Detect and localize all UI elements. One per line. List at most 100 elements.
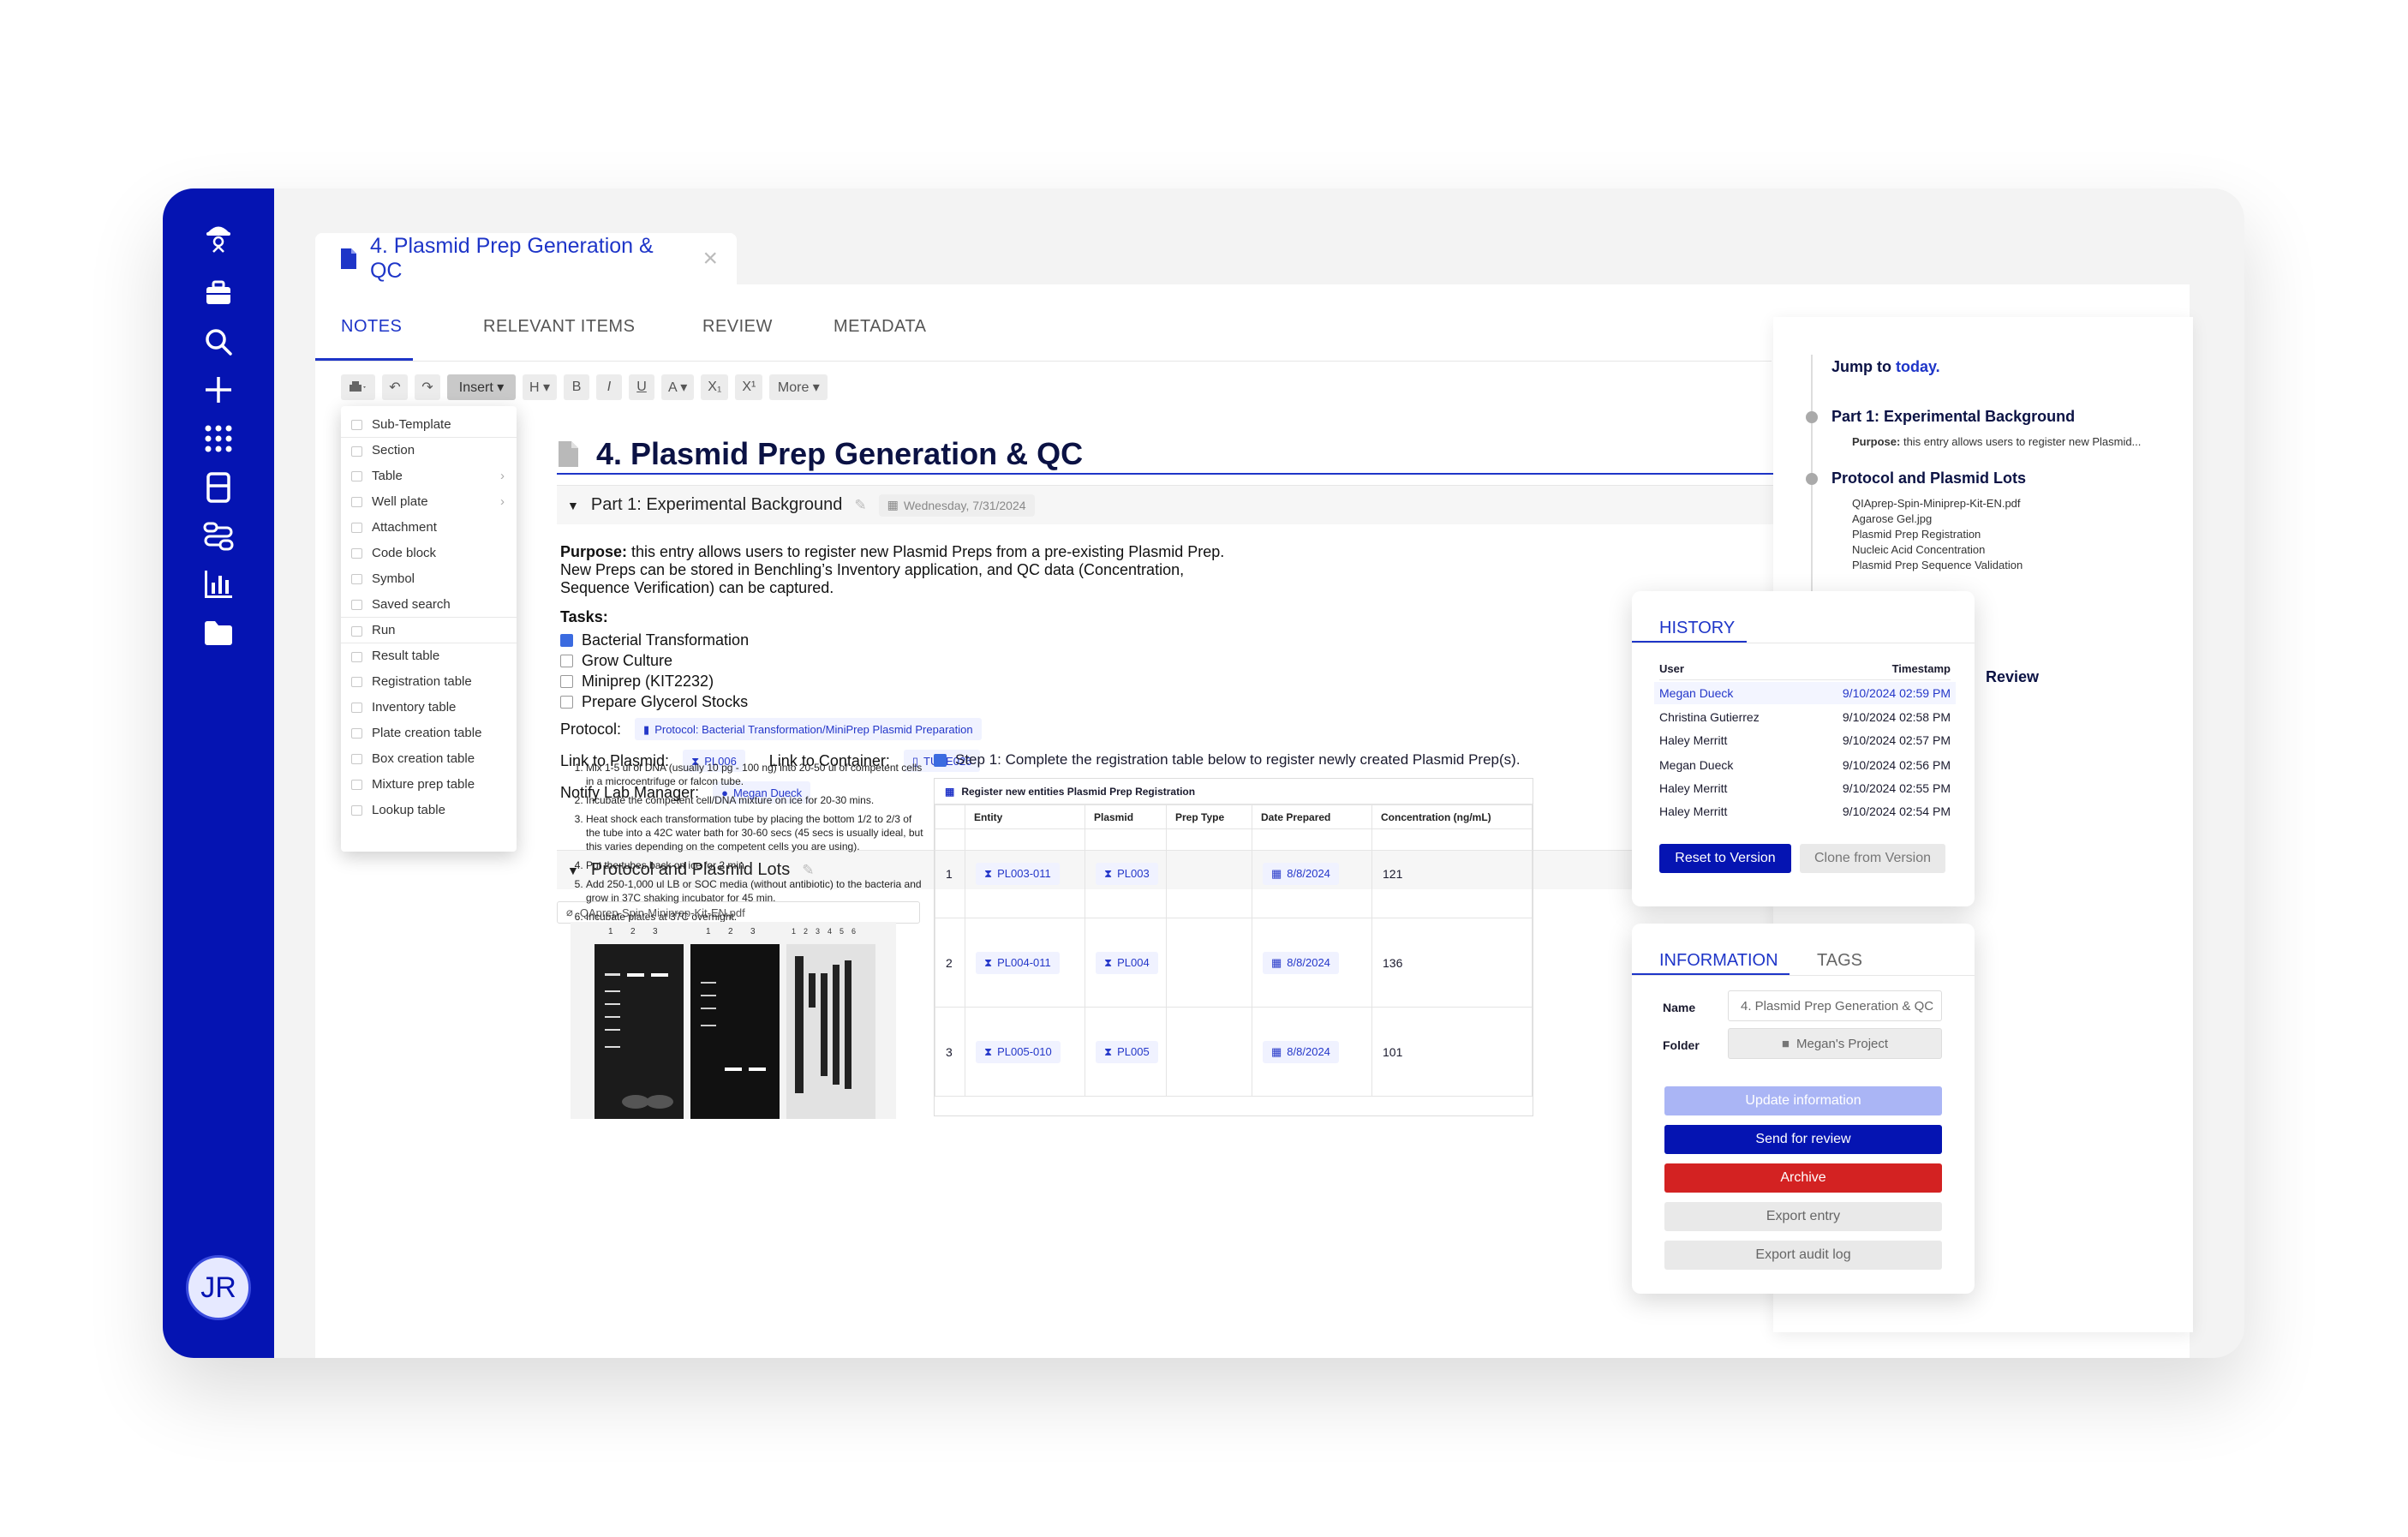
menu-item-result-table[interactable]: Result table xyxy=(341,643,517,668)
checkbox-icon[interactable] xyxy=(560,654,573,667)
history-row[interactable]: Haley Merritt 9/10/2024 02:55 PM xyxy=(1659,777,1951,799)
menu-item-symbol[interactable]: Symbol xyxy=(341,565,517,591)
inventory-icon[interactable] xyxy=(200,469,237,506)
reset-to-version-button[interactable]: Reset to Version xyxy=(1659,844,1791,873)
task-item[interactable]: Grow Culture xyxy=(560,650,749,671)
tab-notes[interactable]: NOTES xyxy=(341,317,402,337)
tab-tags[interactable]: TAGS xyxy=(1817,951,1862,971)
plasmid-cell[interactable]: ⧗ PL003 xyxy=(1084,828,1167,918)
entry-title[interactable]: 4. Plasmid Prep Generation & QC xyxy=(596,436,1083,472)
document-tab[interactable]: 4. Plasmid Prep Generation & QC × xyxy=(315,233,737,284)
prep-type-cell[interactable] xyxy=(1166,918,1252,1008)
date-cell[interactable]: ▦ 8/8/2024 xyxy=(1252,1007,1372,1097)
task-item[interactable]: Miniprep (KIT2232) xyxy=(560,671,749,691)
entity-cell[interactable]: ⧗ PL004-011 xyxy=(965,918,1085,1008)
subscript-button[interactable]: X₁ xyxy=(701,374,729,400)
history-row[interactable]: Megan Dueck 9/10/2024 02:56 PM xyxy=(1659,754,1951,776)
tab-relevant-items[interactable]: RELEVANT ITEMS xyxy=(483,317,635,337)
concentration-cell[interactable]: 136 xyxy=(1371,918,1533,1008)
date-cell[interactable]: ▦ 8/8/2024 xyxy=(1252,828,1372,918)
column-header[interactable]: Prep Type xyxy=(1166,804,1252,829)
underline-button[interactable]: U xyxy=(629,374,655,400)
table-row[interactable]: 2 ⧗ PL004-011 ⧗ PL004 ▦ 8/8/2024 136 xyxy=(935,918,1533,1008)
date-cell[interactable]: ▦ 8/8/2024 xyxy=(1252,918,1372,1008)
checkbox-checked-icon[interactable] xyxy=(560,633,573,647)
briefcase-icon[interactable] xyxy=(200,274,237,312)
menu-item-saved-search[interactable]: Saved search xyxy=(341,591,517,617)
heading-button[interactable]: H ▾ xyxy=(523,374,558,400)
close-icon[interactable]: × xyxy=(702,244,718,273)
menu-item-lookup-table[interactable]: Lookup table xyxy=(341,797,517,822)
menu-item-attachment[interactable]: Attachment xyxy=(341,514,517,540)
menu-item-run[interactable]: Run xyxy=(341,617,517,643)
entity-cell[interactable]: ⧗ PL003-011 xyxy=(965,828,1085,918)
send-for-review-button[interactable]: Send for review xyxy=(1664,1125,1942,1154)
text-color-button[interactable]: A ▾ xyxy=(661,374,695,400)
edit-icon[interactable]: ✎ xyxy=(854,497,866,514)
menu-item-section[interactable]: Section xyxy=(341,437,517,463)
update-information-button[interactable]: Update information xyxy=(1664,1086,1942,1115)
user-avatar[interactable]: JR xyxy=(186,1255,251,1320)
outline-subitem[interactable]: Plasmid Prep Sequence Validation xyxy=(1852,559,2023,571)
prep-type-cell[interactable] xyxy=(1166,1007,1252,1097)
plasmid-cell[interactable]: ⧗ PL004 xyxy=(1084,918,1167,1008)
checkbox-icon[interactable] xyxy=(560,674,573,688)
history-row[interactable]: Haley Merritt 9/10/2024 02:57 PM xyxy=(1659,729,1951,751)
agarose-gel-image[interactable]: 1 2 3 1 2 3 1 2 3 4 5 6 xyxy=(571,922,896,1119)
column-header[interactable]: Plasmid xyxy=(1084,804,1167,829)
clone-from-version-button[interactable]: Clone from Version xyxy=(1800,844,1945,873)
table-row[interactable]: 1 ⧗ PL003-011 ⧗ PL003 ▦ 8/8/2024 121 xyxy=(935,828,1533,918)
tab-history[interactable]: HISTORY xyxy=(1659,619,1735,638)
apps-grid-icon[interactable] xyxy=(200,420,237,458)
name-field[interactable]: 4. Plasmid Prep Generation & QC xyxy=(1728,990,1942,1021)
history-row[interactable]: Christina Gutierrez 9/10/2024 02:58 PM xyxy=(1659,706,1951,728)
folder-field[interactable]: ■ Megan's Project xyxy=(1728,1028,1942,1059)
plasmid-cell[interactable]: ⧗ PL005 xyxy=(1084,1007,1167,1097)
menu-item-well-plate[interactable]: Well plate › xyxy=(341,488,517,514)
bold-button[interactable]: B xyxy=(564,374,590,400)
menu-item-table[interactable]: Table › xyxy=(341,463,517,488)
undo-button[interactable]: ↶ xyxy=(382,374,408,400)
menu-item-code-block[interactable]: Code block xyxy=(341,540,517,565)
jump-today-link[interactable]: today. xyxy=(1896,358,1940,375)
caret-down-icon[interactable]: ▼ xyxy=(567,499,579,512)
prep-type-cell[interactable] xyxy=(1166,828,1252,918)
outline-subitem[interactable]: Agarose Gel.jpg xyxy=(1852,512,1932,525)
protocol-link[interactable]: ▮ Protocol: Bacterial Transformation/Mini… xyxy=(635,718,982,740)
redo-button[interactable]: ↷ xyxy=(415,374,440,400)
archive-button[interactable]: Archive xyxy=(1664,1163,1942,1193)
export-audit-log-button[interactable]: Export audit log xyxy=(1664,1241,1942,1270)
history-row[interactable]: Haley Merritt 9/10/2024 02:54 PM xyxy=(1659,800,1951,822)
tab-review[interactable]: REVIEW xyxy=(702,317,773,337)
export-entry-button[interactable]: Export entry xyxy=(1664,1202,1942,1231)
menu-item-mixture-prep-table[interactable]: Mixture prep table xyxy=(341,771,517,797)
column-header[interactable]: Entity xyxy=(965,804,1085,829)
checkbox-icon[interactable] xyxy=(560,695,573,709)
plus-icon[interactable] xyxy=(200,371,237,409)
outline-subitem[interactable]: Plasmid Prep Registration xyxy=(1852,528,1981,541)
outline-subitem[interactable]: QIAprep-Spin-Miniprep-Kit-EN.pdf xyxy=(1852,497,2021,510)
column-header[interactable]: Concentration (ng/mL) xyxy=(1371,804,1533,829)
date-chip[interactable]: ▦ Wednesday, 7/31/2024 xyxy=(878,493,1035,517)
workflow-icon[interactable] xyxy=(200,517,237,555)
more-button[interactable]: More ▾ xyxy=(769,374,828,400)
entity-cell[interactable]: ⧗ PL005-010 xyxy=(965,1007,1085,1097)
table-row[interactable]: 3 ⧗ PL005-010 ⧗ PL005 ▦ 8/8/2024 101 xyxy=(935,1007,1533,1097)
column-header[interactable]: Date Prepared xyxy=(1252,804,1372,829)
section-header-experimental-background[interactable]: ▼ Part 1: Experimental Background ✎ ▦ Wed… xyxy=(557,485,1782,524)
italic-button[interactable]: I xyxy=(596,374,623,400)
tab-information[interactable]: INFORMATION xyxy=(1659,951,1778,971)
search-icon[interactable] xyxy=(200,323,237,361)
folder-icon[interactable] xyxy=(200,614,237,652)
menu-item-inventory-table[interactable]: Inventory table xyxy=(341,694,517,720)
insights-chart-icon[interactable] xyxy=(200,565,237,603)
outline-item-part2[interactable]: Protocol and Plasmid Lots xyxy=(1831,469,2026,487)
insert-button[interactable]: Insert ▾ xyxy=(447,374,516,400)
outline-item-review[interactable]: Review xyxy=(1986,668,2039,686)
tab-metadata[interactable]: METADATA xyxy=(834,317,926,337)
menu-item-plate-creation-table[interactable]: Plate creation table xyxy=(341,720,517,745)
menu-item-registration-table[interactable]: Registration table xyxy=(341,668,517,694)
outline-item-part1[interactable]: Part 1: Experimental Background xyxy=(1831,408,2075,426)
task-item[interactable]: Prepare Glycerol Stocks xyxy=(560,691,749,712)
checkbox-checked-icon[interactable] xyxy=(934,753,947,767)
